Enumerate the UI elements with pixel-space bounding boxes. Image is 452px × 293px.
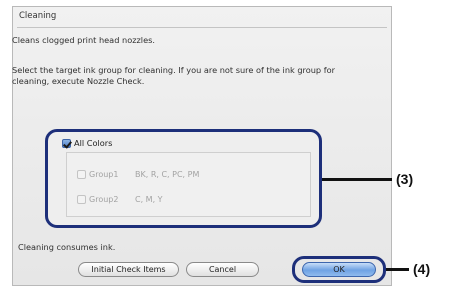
- group1-option[interactable]: Group1 BK, R, C, PC, PM: [77, 170, 199, 179]
- callout-label-ok: (4): [413, 261, 431, 277]
- group2-inks: C, M, Y: [135, 195, 163, 204]
- callout-line-group: [322, 178, 392, 181]
- dialog-instructions: Select the target ink group for cleaning…: [12, 65, 335, 86]
- title-divider: [17, 27, 387, 28]
- group2-label: Group2: [89, 195, 119, 204]
- callout-label-group: (3): [396, 171, 414, 187]
- initial-check-items-button[interactable]: Initial Check Items: [78, 262, 179, 277]
- callout-line-ok: [386, 268, 409, 271]
- cancel-button[interactable]: Cancel: [186, 262, 259, 277]
- group1-label: Group1: [89, 170, 119, 179]
- all-colors-label: All Colors: [74, 138, 113, 148]
- all-colors-checkbox[interactable]: [62, 138, 71, 148]
- all-colors-option[interactable]: All Colors: [62, 138, 112, 148]
- ok-button[interactable]: OK: [302, 262, 376, 277]
- ink-group-panel: [66, 152, 311, 217]
- group1-checkbox[interactable]: [77, 170, 86, 179]
- group2-checkbox[interactable]: [77, 195, 86, 204]
- cleaning-note: Cleaning consumes ink.: [18, 242, 116, 252]
- group2-option[interactable]: Group2 C, M, Y: [77, 195, 163, 204]
- dialog-title: Cleaning: [19, 11, 57, 21]
- group1-inks: BK, R, C, PC, PM: [135, 170, 200, 179]
- dialog-description: Cleans clogged print head nozzles.: [12, 35, 155, 45]
